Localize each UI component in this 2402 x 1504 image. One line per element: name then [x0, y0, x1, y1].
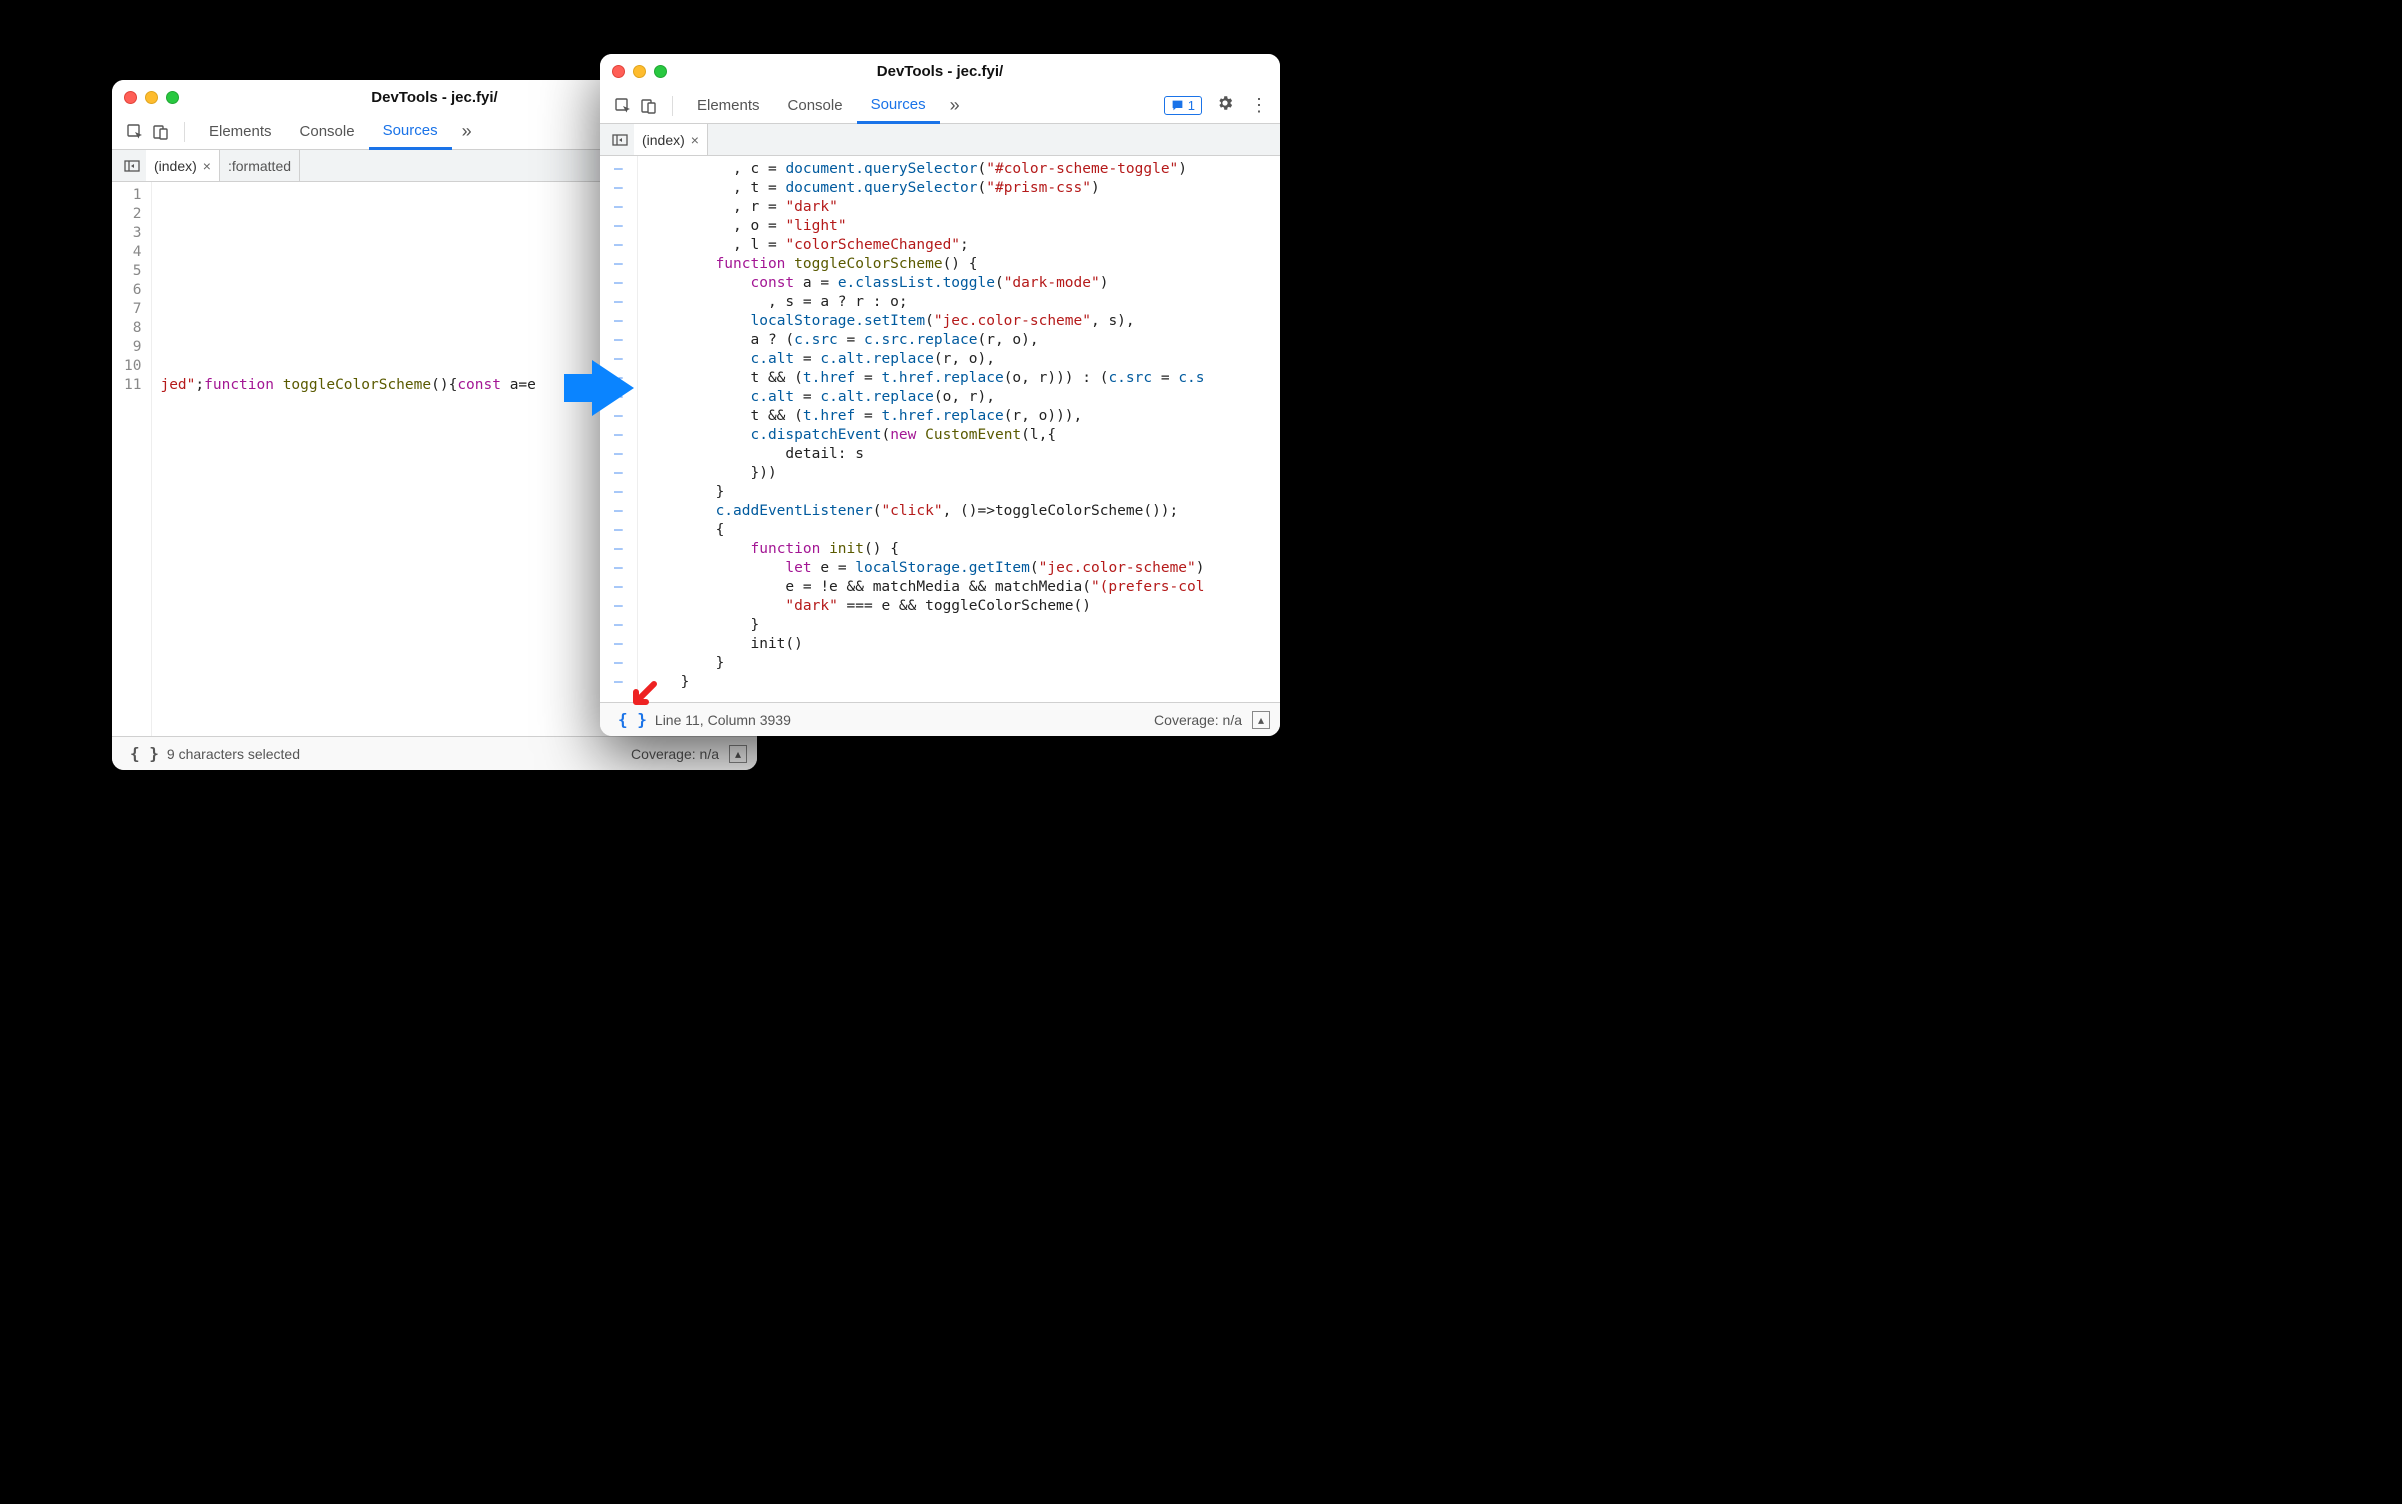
tab-console[interactable]: Console — [774, 88, 857, 124]
titlebar: DevTools - jec.fyi/ — [600, 54, 1280, 88]
coverage-text: Coverage: n/a — [631, 746, 719, 762]
tab-console[interactable]: Console — [286, 114, 369, 150]
tab-sources[interactable]: Sources — [857, 88, 940, 124]
file-tab-strip: (index) × — [600, 124, 1280, 156]
more-tabs-icon[interactable]: » — [452, 121, 482, 142]
file-tab-formatted[interactable]: :formatted — [220, 150, 300, 181]
status-text: 9 characters selected — [167, 746, 300, 762]
tab-elements[interactable]: Elements — [195, 114, 286, 150]
kebab-menu-icon[interactable]: ⋮ — [1248, 95, 1270, 116]
code-editor: – – – – – – – – – – – – – – – – – – – – … — [600, 156, 1280, 702]
bottom-drawer-toggle-icon[interactable]: ▴ — [1252, 711, 1270, 729]
file-tab-index[interactable]: (index) × — [146, 150, 220, 181]
close-window-icon[interactable] — [612, 65, 625, 78]
message-icon — [1171, 99, 1184, 112]
file-tab-label: (index) — [154, 158, 197, 174]
device-toolbar-icon[interactable] — [636, 93, 662, 119]
zoom-window-icon[interactable] — [166, 91, 179, 104]
status-bar: { } 9 characters selected Coverage: n/a … — [112, 736, 757, 770]
annotation-arrow-right-icon — [592, 360, 634, 416]
window-title: DevTools - jec.fyi/ — [600, 63, 1280, 80]
status-text: Line 11, Column 3939 — [655, 712, 791, 728]
line-gutter: – – – – – – – – – – – – – – – – – – – – … — [600, 156, 638, 702]
inspect-element-icon[interactable] — [122, 119, 148, 145]
close-tab-icon[interactable]: × — [203, 158, 211, 174]
code-content[interactable]: , c = document.querySelector("#color-sch… — [638, 156, 1280, 702]
annotation-arrow-down-left-icon — [628, 680, 660, 712]
settings-icon[interactable] — [1214, 94, 1236, 117]
file-tab-label: (index) — [642, 132, 685, 148]
tab-sources[interactable]: Sources — [369, 114, 452, 150]
zoom-window-icon[interactable] — [654, 65, 667, 78]
close-window-icon[interactable] — [124, 91, 137, 104]
status-bar: { } Line 11, Column 3939 Coverage: n/a ▴ — [600, 702, 1280, 736]
pretty-print-button[interactable]: { } — [122, 744, 167, 763]
minimize-window-icon[interactable] — [633, 65, 646, 78]
minimize-window-icon[interactable] — [145, 91, 158, 104]
bottom-drawer-toggle-icon[interactable]: ▴ — [729, 745, 747, 763]
navigator-toggle-icon[interactable] — [606, 124, 634, 155]
coverage-text: Coverage: n/a — [1154, 712, 1242, 728]
issues-count: 1 — [1188, 98, 1195, 113]
file-tab-label: :formatted — [228, 158, 291, 174]
issues-badge[interactable]: 1 — [1164, 96, 1202, 115]
devtools-toolbar: Elements Console Sources » 1 ⋮ — [600, 88, 1280, 124]
tab-elements[interactable]: Elements — [683, 88, 774, 124]
device-toolbar-icon[interactable] — [148, 119, 174, 145]
inspect-element-icon[interactable] — [610, 93, 636, 119]
close-tab-icon[interactable]: × — [691, 132, 699, 148]
line-gutter: 1 2 3 4 5 6 7 8 9 10 11 — [112, 182, 152, 736]
pretty-print-button[interactable]: { } — [610, 710, 655, 729]
file-tab-index[interactable]: (index) × — [634, 124, 708, 155]
devtools-window-right: DevTools - jec.fyi/ Elements Console Sou… — [600, 54, 1280, 736]
navigator-toggle-icon[interactable] — [118, 150, 146, 181]
more-tabs-icon[interactable]: » — [940, 95, 970, 116]
